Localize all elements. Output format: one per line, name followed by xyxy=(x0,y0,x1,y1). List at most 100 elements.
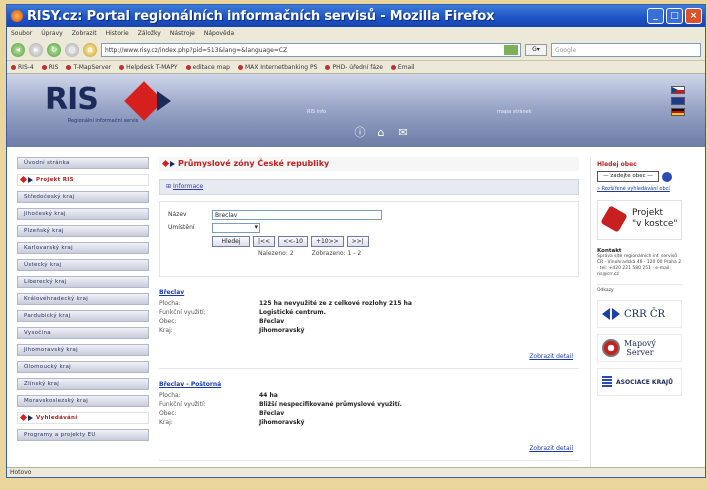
page-content: Úvodní stránka Projekt RIS Středočeský k… xyxy=(7,151,705,469)
menu-item-moravskoslezsky[interactable]: Moravskoslezský kraj xyxy=(17,395,149,407)
go-button-icon[interactable] xyxy=(662,171,672,182)
menu-item-projekt[interactable]: Projekt RIS xyxy=(17,174,149,186)
last-page-button[interactable]: >>| xyxy=(346,236,369,247)
search-engine-icon[interactable]: G▾ xyxy=(525,44,547,56)
menu-file[interactable]: Soubor xyxy=(11,30,32,37)
bookmark-icon xyxy=(185,64,191,70)
location-select[interactable] xyxy=(212,222,260,233)
shown-range: Zobrazeno: 1 - 2 xyxy=(311,250,362,257)
flag-cz-icon[interactable] xyxy=(671,86,685,94)
bookmark-item[interactable]: RIS xyxy=(41,64,58,71)
bookmark-item[interactable]: PHD- úřední fáze xyxy=(325,64,383,71)
field-label: Obec: xyxy=(159,410,177,417)
menu-item-uvodni[interactable]: Úvodní stránka xyxy=(17,157,149,169)
header-link-info[interactable]: RIS info xyxy=(307,109,326,115)
advanced-search-link[interactable]: » Rozšířené vyhledávání obcí xyxy=(597,186,682,192)
header-link-sitemap[interactable]: mapa stránek xyxy=(497,109,532,115)
menu-tools[interactable]: Nástroje xyxy=(170,30,195,37)
bookmark-icon xyxy=(41,64,47,70)
menu-item-karlovarsky[interactable]: Karlovarský kraj xyxy=(17,242,149,254)
bookmark-item[interactable]: RIS-4 xyxy=(11,64,34,71)
menu-item-liberecky[interactable]: Liberecký kraj xyxy=(17,276,149,288)
address-bar[interactable]: http://www.risy.cz/index.php?pid=513&lan… xyxy=(101,43,521,57)
field-value: Břeclav xyxy=(259,410,285,417)
menu-item-ustecky[interactable]: Ústecký kraj xyxy=(17,259,149,271)
window-title: RISY.cz: Portal regionálních informačníc… xyxy=(27,8,495,24)
back-icon[interactable]: ◂ xyxy=(11,43,25,57)
stop-icon[interactable]: ○ xyxy=(65,43,79,57)
field-label: Kraj: xyxy=(159,327,173,334)
menu-bar: Soubor Úpravy Zobrazit Historie Záložky … xyxy=(7,27,705,40)
reload-icon[interactable]: ↻ xyxy=(47,43,61,57)
maximize-button[interactable]: □ xyxy=(666,8,683,24)
show-detail-link[interactable]: Zobrazit detail xyxy=(529,353,573,360)
prev-page-button[interactable]: <<-10 xyxy=(278,236,308,247)
projekt-banner[interactable]: Projekt "v kostce" xyxy=(597,200,682,240)
result-count: Nalezeno: 2 Zobrazeno: 1 - 2 xyxy=(258,250,570,257)
partner-crr-link[interactable]: CRR ČR xyxy=(597,300,682,328)
bookmark-icon xyxy=(325,64,331,70)
partner-asociace-link[interactable]: ASOCIACE KRAJŮ xyxy=(597,368,682,396)
menu-item-jihomoravsky[interactable]: Jihomoravský kraj xyxy=(17,344,149,356)
forward-icon[interactable]: ▸ xyxy=(29,43,43,57)
bookmark-item[interactable]: Email xyxy=(390,64,415,71)
menu-edit[interactable]: Úpravy xyxy=(41,30,62,37)
field-value: Bližší nespecifikované průmyslové využit… xyxy=(259,401,402,408)
search-button[interactable]: Hledej xyxy=(212,236,250,247)
menu-item-jihocesky[interactable]: Jihočeský kraj xyxy=(17,208,149,220)
menu-item-olomoucky[interactable]: Olomoucký kraj xyxy=(17,361,149,373)
right-sidebar: Hledej obec — zadejte obec — » Rozšířené… xyxy=(590,157,688,469)
bookmark-item[interactable]: MAX Internetbanking PS xyxy=(237,64,317,71)
municipality-select[interactable]: — zadejte obec — xyxy=(597,171,659,182)
ris-logo[interactable]: RIS xyxy=(45,82,99,117)
crr-logo-icon xyxy=(602,308,620,320)
menu-item-vysocina[interactable]: Vysočina xyxy=(17,327,149,339)
search-form: Název Breclav Umístění Hledej |<< <<-10 … xyxy=(159,201,579,277)
menu-item-vyhledavani[interactable]: Vyhledávání xyxy=(17,412,149,424)
menu-view[interactable]: Zobrazit xyxy=(72,30,97,37)
field-value: Jihomoravský xyxy=(259,327,305,334)
field-label: Funkční využití: xyxy=(159,309,206,316)
field-label: Funkční využití: xyxy=(159,401,206,408)
navigation-toolbar: ◂ ▸ ↻ ○ ⌂ http://www.risy.cz/index.php?p… xyxy=(7,40,705,61)
first-page-button[interactable]: |<< xyxy=(253,236,276,247)
go-icon[interactable] xyxy=(504,45,518,55)
flag-de-icon[interactable] xyxy=(671,108,685,116)
field-value: 125 ha nevyužité ze z celkové rozlohy 21… xyxy=(259,300,412,307)
logo-subtitle: Regionální informační servis xyxy=(67,118,139,124)
menu-item-stredocesky[interactable]: Středočeský kraj xyxy=(17,191,149,203)
name-input[interactable]: Breclav xyxy=(212,209,382,220)
menu-item-zlinsky[interactable]: Zlínský kraj xyxy=(17,378,149,390)
menu-item-kralovehradecky[interactable]: Královéhradecký kraj xyxy=(17,293,149,305)
next-page-button[interactable]: +10>> xyxy=(310,236,344,247)
menu-item-plzensky[interactable]: Plzeňský kraj xyxy=(17,225,149,237)
arrow-icon xyxy=(170,160,175,167)
location-label: Umístění xyxy=(168,224,195,231)
bookmark-icon xyxy=(66,64,72,70)
info-toggle[interactable]: ⊞ Informace xyxy=(159,179,579,195)
menu-history[interactable]: Historie xyxy=(106,30,129,37)
menu-bookmarks[interactable]: Záložky xyxy=(138,30,161,37)
bookmark-item[interactable]: Helpdesk T-MAPY xyxy=(119,64,178,71)
result-title[interactable]: Břeclav - Poštorná xyxy=(159,381,579,388)
partners-section: Odkazy CRR ČR Mapový Server ASOCIACE KRA… xyxy=(597,284,682,396)
result-item: Břeclav Plocha: 125 ha nevyužité ze z cel… xyxy=(159,289,579,369)
minimize-button[interactable]: _ xyxy=(647,8,664,24)
info-icon[interactable]: ⓘ xyxy=(354,127,366,139)
show-detail-link[interactable]: Zobrazit detail xyxy=(529,445,573,452)
bookmark-item[interactable]: T-MapServer xyxy=(66,64,111,71)
bookmark-item[interactable]: editace map xyxy=(185,64,230,71)
home-icon[interactable]: ⌂ xyxy=(83,43,97,57)
menu-help[interactable]: Nápověda xyxy=(204,30,234,37)
home-page-icon[interactable]: ⌂ xyxy=(375,127,387,139)
search-input[interactable]: Google xyxy=(551,43,701,57)
menu-item-programy-eu[interactable]: Programy a projekty EU xyxy=(17,429,149,441)
close-button[interactable]: × xyxy=(685,8,702,24)
mail-icon[interactable]: ✉ xyxy=(397,127,409,139)
flag-en-icon[interactable] xyxy=(671,97,685,105)
field-label: Plocha: xyxy=(159,392,181,399)
partner-mapovy-server-link[interactable]: Mapový Server xyxy=(597,334,682,362)
result-title[interactable]: Břeclav xyxy=(159,289,579,296)
field-value: Břeclav xyxy=(259,318,285,325)
menu-item-pardubicky[interactable]: Pardubický kraj xyxy=(17,310,149,322)
